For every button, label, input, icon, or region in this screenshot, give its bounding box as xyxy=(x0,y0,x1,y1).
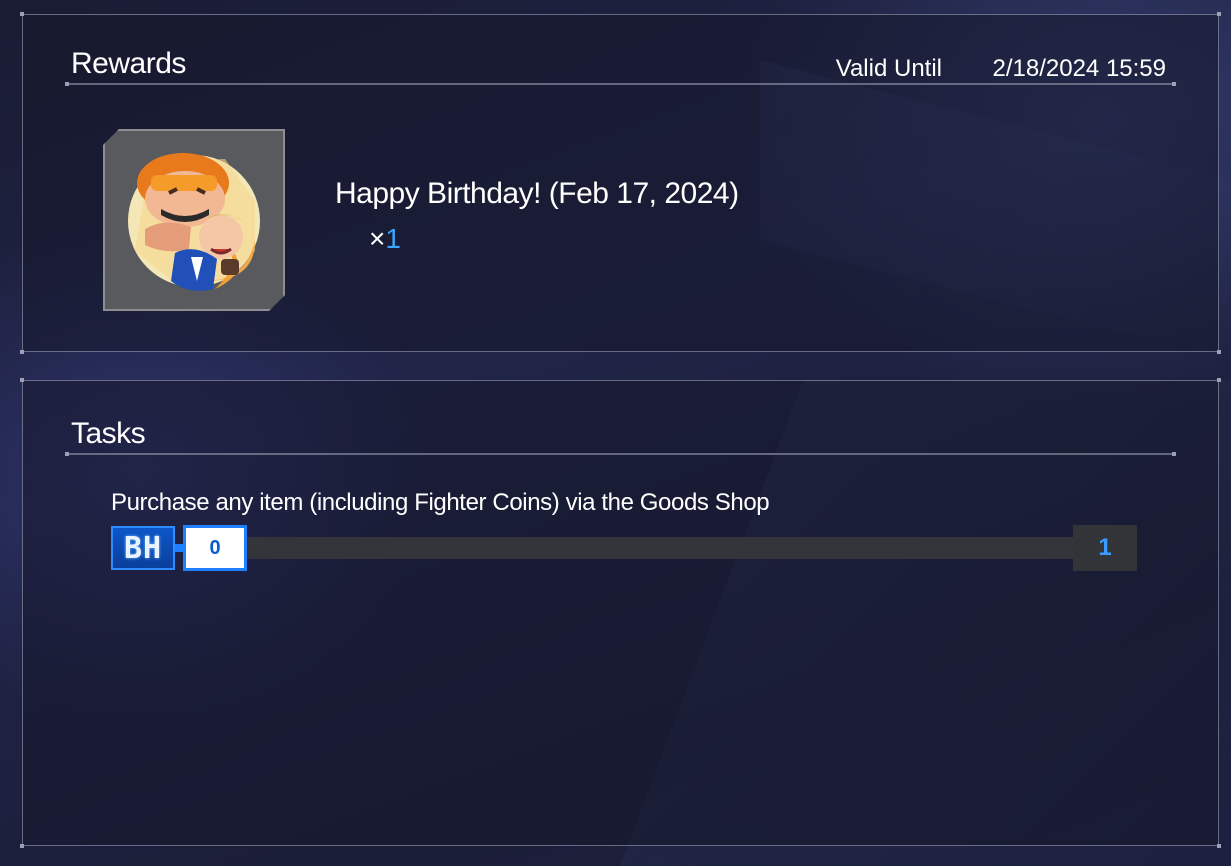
panel-corner xyxy=(20,350,24,354)
divider-dot xyxy=(65,82,69,86)
panel-corner xyxy=(1217,350,1221,354)
reward-item-quantity: ×1 xyxy=(369,223,401,255)
tasks-header: Tasks xyxy=(65,393,1176,456)
valid-until-label: Valid Until xyxy=(835,55,942,82)
panel-corner xyxy=(20,378,24,382)
rewards-panel: Rewards Valid Until 2/18/2024 15:59 Happ… xyxy=(20,12,1221,354)
tasks-panel: Tasks Purchase any item (including Fight… xyxy=(20,378,1221,848)
divider-dot xyxy=(1172,452,1176,456)
rewards-title: Rewards xyxy=(71,47,186,80)
divider-dot xyxy=(65,452,69,456)
task-progress-track xyxy=(247,537,1085,559)
panel-corner xyxy=(1217,844,1221,848)
panel-corner xyxy=(20,844,24,848)
quantity-multiplier: × xyxy=(369,223,386,254)
divider-dot xyxy=(1172,82,1176,86)
panel-corner xyxy=(1217,378,1221,382)
task-description: Purchase any item (including Fighter Coi… xyxy=(111,489,770,516)
panel-corner xyxy=(1217,12,1221,16)
task-progress-current: 0 xyxy=(183,525,247,571)
valid-until-date: 2/18/2024 15:59 xyxy=(992,55,1167,82)
task-progress-target: 1 xyxy=(1073,525,1137,571)
panel-corner xyxy=(20,12,24,16)
rewards-header: Rewards Valid Until 2/18/2024 15:59 xyxy=(65,23,1176,86)
bh-badge-icon: BH xyxy=(111,526,175,570)
badge-connector xyxy=(175,544,183,552)
reward-item-thumbnail[interactable] xyxy=(103,129,285,311)
tasks-title: Tasks xyxy=(71,417,146,450)
reward-item-name: Happy Birthday! (Feb 17, 2024) xyxy=(335,177,739,210)
character-sticker-icon xyxy=(105,131,283,309)
quantity-value: 1 xyxy=(385,223,401,254)
